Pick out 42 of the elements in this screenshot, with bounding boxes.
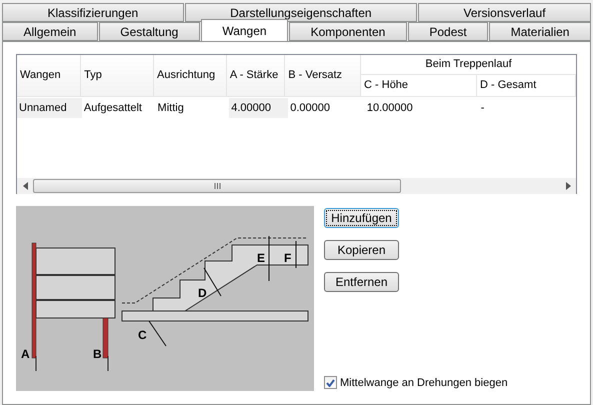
table-cell-text: 10.00000 bbox=[366, 100, 414, 116]
column-header[interactable]: D - Gesamt bbox=[477, 75, 576, 96]
tab[interactable]: Darstellungseigenschaften bbox=[184, 3, 418, 22]
tab[interactable]: Klassifizierungen bbox=[2, 3, 184, 22]
leader-line bbox=[268, 236, 270, 282]
tab[interactable]: Gestaltung bbox=[98, 22, 200, 41]
group-header: Beim Treppenlauf bbox=[361, 55, 576, 75]
tab[interactable]: Allgemein bbox=[2, 22, 98, 41]
column-header[interactable]: B - Versatz bbox=[285, 55, 362, 96]
column-header[interactable]: Ausrichtung bbox=[154, 55, 227, 96]
dimension-label: D bbox=[198, 286, 207, 300]
grip-icon bbox=[214, 183, 220, 189]
tab[interactable]: Podest bbox=[408, 22, 488, 41]
column-header[interactable]: Typ bbox=[81, 55, 154, 96]
column-header[interactable]: A - Stärke bbox=[226, 55, 286, 96]
table-cell: 4.00000 bbox=[229, 98, 288, 118]
column-header[interactable]: C - Höhe bbox=[361, 75, 478, 96]
column-header[interactable]: Wangen bbox=[17, 55, 82, 96]
checkbox-label: Mittelwange an Drehungen biegen bbox=[340, 376, 508, 390]
table-cell-text: Aufgesattelt bbox=[82, 100, 143, 116]
dimension-label: A bbox=[21, 347, 30, 361]
table-cell-text: Mittig bbox=[156, 100, 185, 116]
dimension-label: B bbox=[93, 347, 102, 361]
scroll-thumb[interactable] bbox=[33, 179, 401, 193]
tab[interactable]: Komponenten bbox=[289, 22, 407, 41]
dimension-label: C bbox=[138, 328, 147, 342]
checkbox[interactable] bbox=[324, 376, 337, 390]
action-button[interactable]: Hinzufügen bbox=[324, 208, 399, 228]
tab[interactable]: Materialien bbox=[489, 22, 591, 41]
checkmark-icon bbox=[326, 378, 335, 387]
tab[interactable]: Wangen bbox=[200, 19, 288, 41]
action-button[interactable]: Kopieren bbox=[324, 240, 399, 260]
action-button[interactable]: Entfernen bbox=[324, 272, 399, 292]
dimension-label: E bbox=[257, 251, 266, 265]
bend-checkbox[interactable]: Mittelwange an Drehungen biegen bbox=[324, 374, 574, 391]
table-cell: Unnamed bbox=[17, 98, 82, 118]
dimension-label: F bbox=[284, 251, 292, 265]
table-cell-text: - bbox=[480, 100, 486, 116]
tab[interactable]: Versionsverlauf bbox=[418, 3, 591, 22]
leader-line bbox=[148, 320, 166, 346]
horizontal-scrollbar[interactable] bbox=[16, 178, 577, 194]
table-cell-text: 0.00000 bbox=[289, 100, 331, 116]
